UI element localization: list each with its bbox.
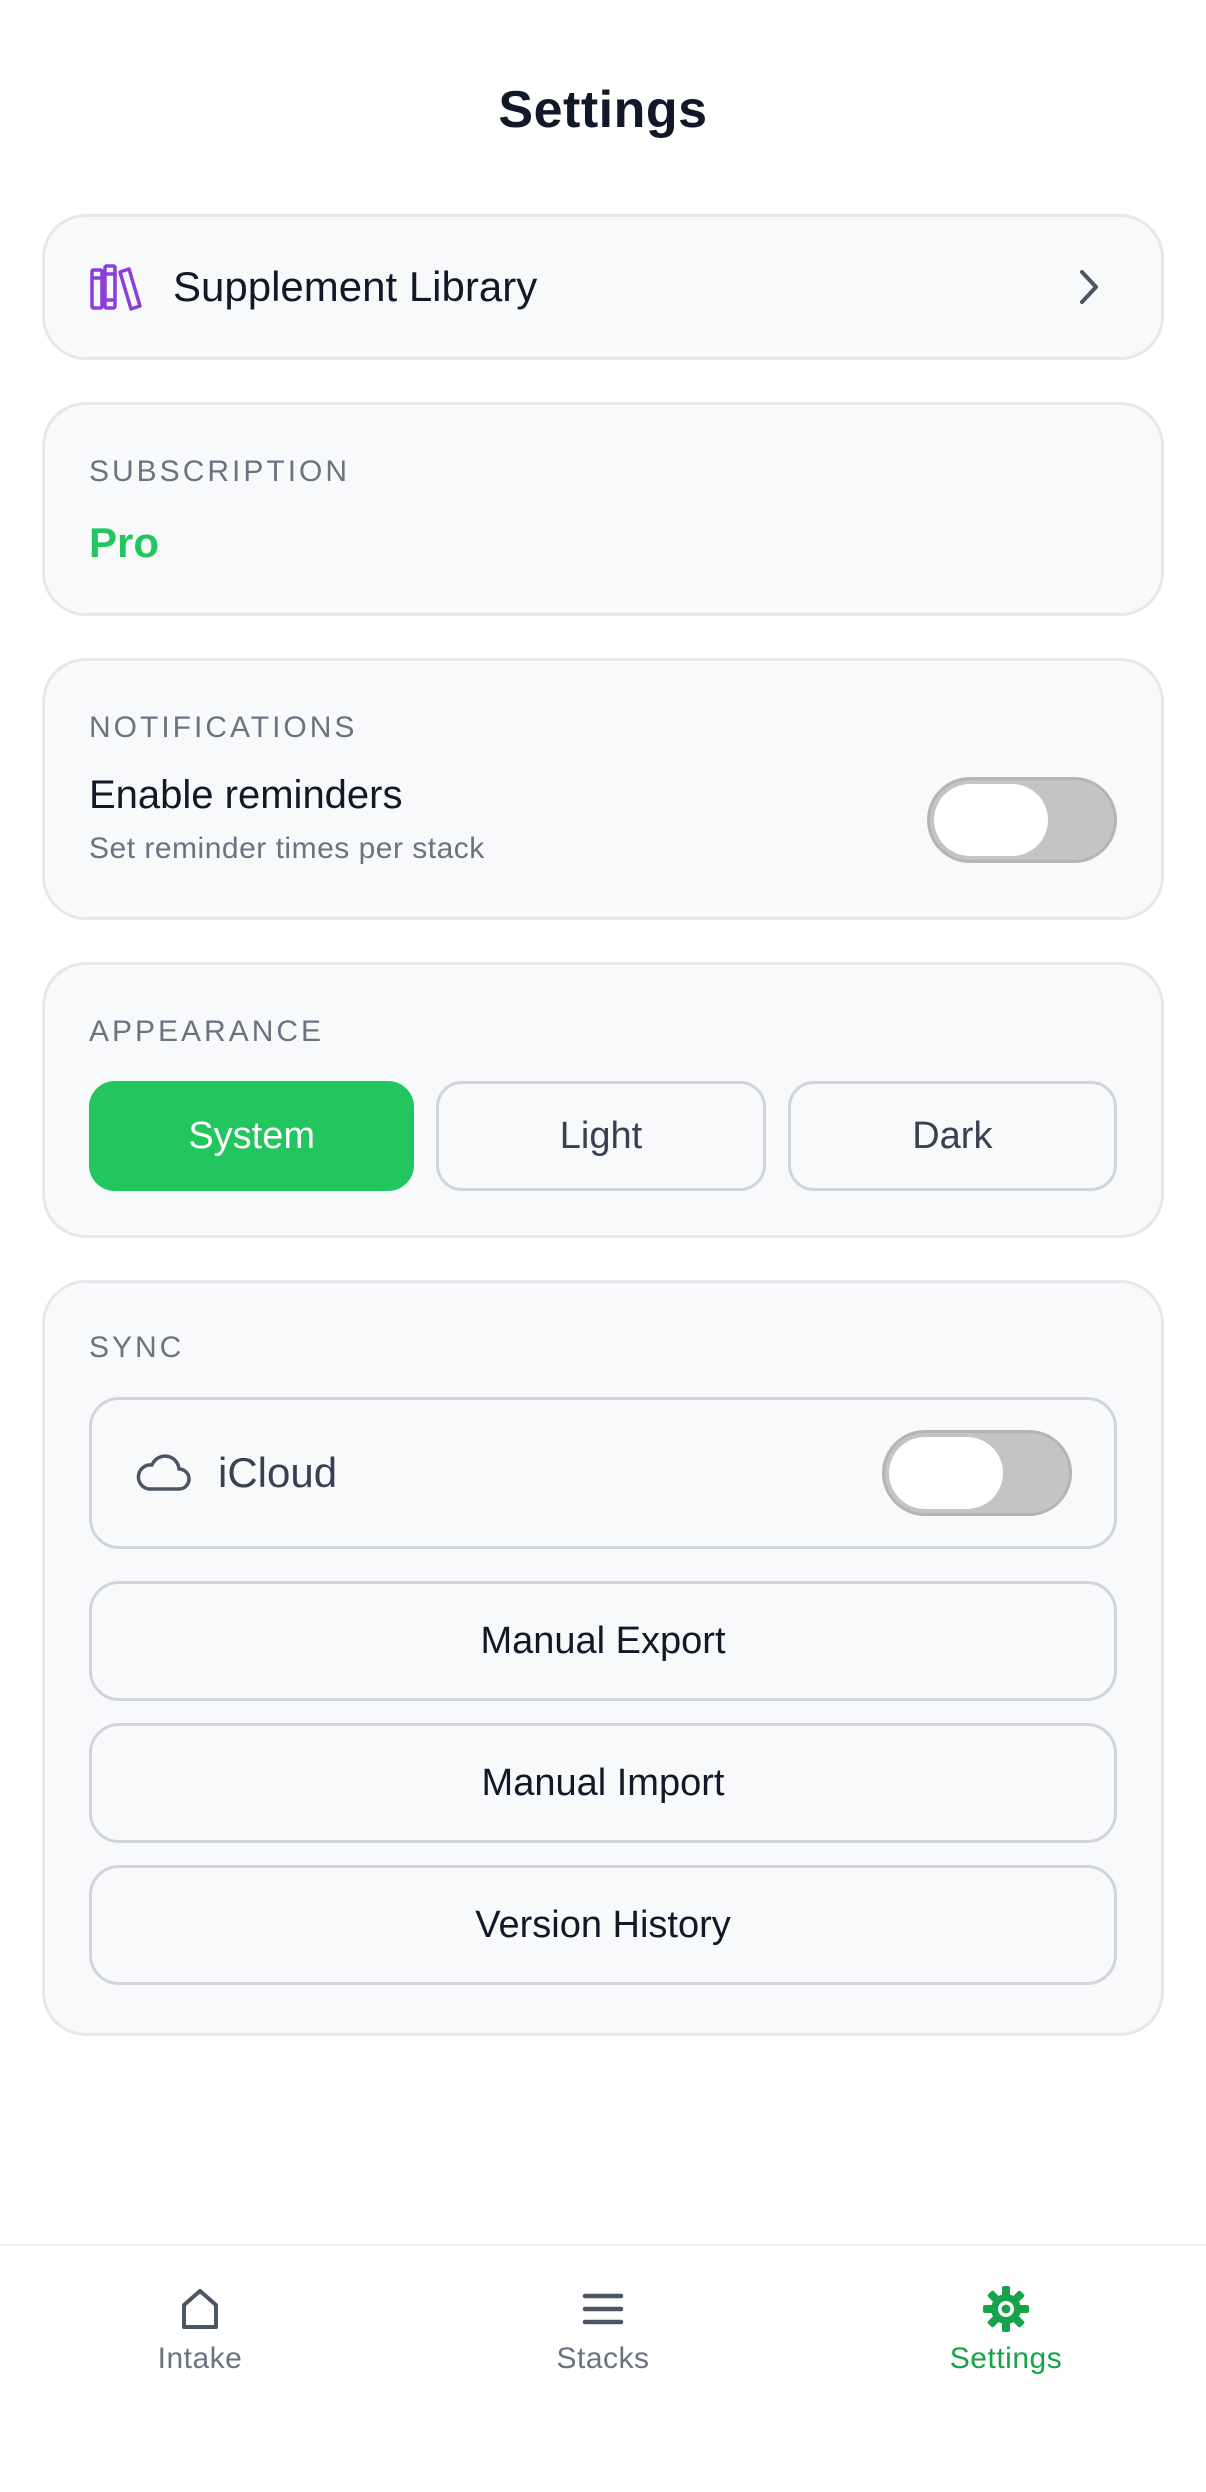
subscription-plan: Pro: [89, 519, 160, 566]
tab-settings[interactable]: Settings: [876, 2284, 1136, 2376]
books-icon: [89, 260, 143, 314]
subscription-section-label: SUBSCRIPTION: [89, 455, 351, 488]
appearance-card: APPEARANCE System Light Dark: [42, 962, 1164, 1238]
home-icon: [175, 2284, 225, 2334]
subscription-card: SUBSCRIPTION Pro: [42, 402, 1164, 616]
appearance-section-label: APPEARANCE: [89, 1015, 325, 1048]
version-history-button[interactable]: Version History: [89, 1865, 1117, 1985]
reminders-toggle[interactable]: [927, 776, 1117, 863]
supplement-library-label: Supplement Library: [173, 263, 538, 310]
chevron-right-icon: [1071, 265, 1107, 309]
gear-icon: [981, 2284, 1031, 2334]
settings-screen: Settings Supplement Library SUBSCRIPTION…: [0, 0, 1206, 2492]
reminders-title: Enable reminders: [89, 773, 403, 817]
reminders-text: Enable reminders Set reminder times per …: [89, 773, 485, 866]
tab-intake[interactable]: Intake: [70, 2284, 330, 2376]
tab-stacks-label: Stacks: [556, 2342, 650, 2375]
manual-export-button[interactable]: Manual Export: [89, 1581, 1117, 1701]
manual-import-button[interactable]: Manual Import: [89, 1723, 1117, 1843]
tab-stacks[interactable]: Stacks: [473, 2284, 733, 2376]
toggle-knob: [934, 783, 1048, 856]
cloud-icon: [134, 1451, 192, 1495]
tab-intake-label: Intake: [157, 2342, 243, 2375]
sync-card: SYNC iCloud Manual Export Manual Import …: [42, 1280, 1164, 2036]
icloud-toggle[interactable]: [882, 1430, 1072, 1516]
reminders-row: Enable reminders Set reminder times per …: [89, 773, 1117, 866]
appearance-option-dark[interactable]: Dark: [787, 1081, 1117, 1191]
icloud-label: iCloud: [218, 1449, 338, 1496]
tab-settings-label: Settings: [949, 2342, 1063, 2375]
toggle-knob: [889, 1437, 1003, 1509]
sync-section-label: SYNC: [89, 1331, 185, 1364]
reminders-subtitle: Set reminder times per stack: [89, 832, 485, 865]
appearance-option-light[interactable]: Light: [436, 1081, 766, 1191]
page-title: Settings: [498, 81, 708, 139]
appearance-option-system[interactable]: System: [89, 1081, 415, 1191]
supplement-library-row[interactable]: Supplement Library: [42, 214, 1164, 360]
appearance-segmented-control: System Light Dark: [89, 1081, 1117, 1191]
notifications-section-label: NOTIFICATIONS: [89, 711, 358, 744]
notifications-card: NOTIFICATIONS Enable reminders Set remin…: [42, 658, 1164, 920]
tab-bar: Intake Stacks Settings: [0, 2244, 1206, 2492]
icloud-row: iCloud: [89, 1397, 1117, 1549]
menu-icon: [578, 2284, 628, 2334]
